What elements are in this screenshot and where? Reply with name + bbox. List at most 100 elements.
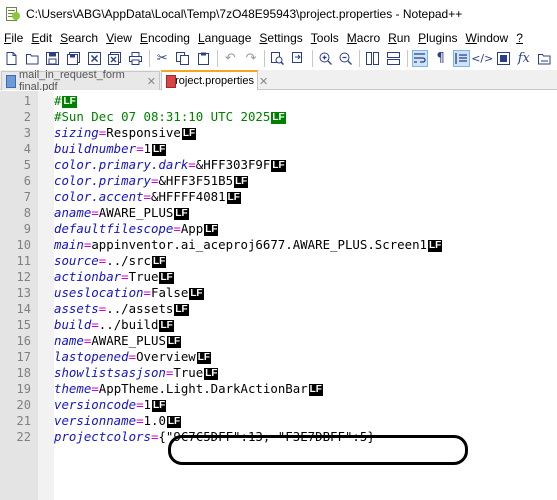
line-number: 10 — [16, 238, 31, 252]
code-line[interactable]: versioncode=1 LF — [54, 397, 167, 413]
code-line[interactable]: assets=../assets LF — [54, 301, 189, 317]
line-number: 18 — [16, 366, 31, 380]
highlight-annotation — [168, 435, 468, 465]
code-line[interactable]: build=../build LF — [54, 317, 174, 333]
property-key: color.primary — [54, 173, 151, 188]
code-line[interactable]: useslocation=False LF — [54, 285, 204, 301]
menu-language[interactable]: Language — [194, 31, 255, 45]
equals-sign: = — [143, 285, 151, 300]
function-list-icon[interactable]: fx — [515, 50, 532, 67]
undo-icon[interactable]: ↶ — [222, 50, 239, 67]
code-line[interactable]: #Sun Dec 07 08:31:10 UTC 2025 LF — [54, 109, 286, 125]
equals-sign: = — [121, 269, 129, 284]
tab-mail-in-request-form[interactable]: mail_in_request_form final.pdf ✕ — [1, 69, 160, 93]
close-icon[interactable]: ✕ — [147, 75, 156, 88]
property-value: ../src — [106, 253, 151, 268]
code-line[interactable]: showlistsasjson=True LF — [54, 365, 219, 381]
toolbar-separator — [359, 50, 361, 67]
code-line[interactable]: versionname=1.0 LF — [54, 413, 182, 429]
property-key: build — [54, 317, 92, 332]
open-file-icon[interactable] — [24, 50, 41, 67]
code-line[interactable]: color.primary=&HFF3F51B5 LF — [54, 173, 249, 189]
line-feed-marker: LF — [159, 272, 174, 284]
line-feed-marker: LF — [152, 400, 167, 412]
line-number: 15 — [16, 318, 31, 332]
line-feed-marker: LF — [226, 192, 241, 204]
fold-margin — [38, 91, 54, 500]
property-value: Responsive — [106, 125, 181, 140]
property-value: &HFF303F9F — [195, 157, 271, 172]
code-line[interactable]: # LF — [54, 93, 77, 109]
code-line[interactable]: aname=AWARE_PLUS LF — [54, 205, 189, 221]
menu-run[interactable]: Run — [384, 31, 414, 45]
property-value: True — [173, 365, 204, 380]
toolbar: ✂ ↶ ↷ ¶ </> fx — [0, 47, 557, 70]
new-file-icon[interactable] — [3, 50, 20, 67]
document-map-icon[interactable] — [495, 50, 512, 67]
xml-tags-icon[interactable]: </> — [471, 50, 493, 67]
code-line[interactable]: color.accent=&HFFFF4081 LF — [54, 189, 241, 205]
redo-icon[interactable]: ↷ — [243, 50, 260, 67]
equals-sign: = — [173, 221, 181, 236]
property-key: theme — [54, 381, 92, 396]
property-value: App — [180, 221, 204, 236]
line-feed-marker: LF — [204, 224, 219, 236]
menu-edit[interactable]: Edit — [27, 31, 56, 45]
menu-plugins[interactable]: Plugins — [414, 31, 461, 45]
zoom-out-icon[interactable] — [337, 50, 354, 67]
word-wrap-icon[interactable] — [411, 50, 429, 67]
save-icon[interactable] — [44, 50, 61, 67]
menu-file[interactable]: File — [0, 31, 27, 45]
menu-macro[interactable]: Macro — [343, 31, 384, 45]
indent-guide-icon[interactable] — [453, 50, 470, 67]
tab-project-properties[interactable]: project.properties ✕ — [161, 70, 268, 90]
code-line[interactable]: theme=AppTheme.Light.DarkActionBar LF — [54, 381, 323, 397]
sync-horizontal-icon[interactable] — [385, 50, 402, 67]
close-icon[interactable] — [86, 50, 103, 67]
print-icon[interactable] — [127, 50, 144, 67]
replace-icon[interactable] — [290, 50, 307, 67]
line-number: 9 — [23, 222, 31, 236]
menu-search[interactable]: Search — [56, 31, 102, 45]
property-key: actionbar — [54, 269, 122, 284]
save-all-icon[interactable] — [65, 50, 82, 67]
cut-icon[interactable]: ✂ — [154, 50, 171, 67]
property-key: defaultfilescope — [54, 221, 174, 236]
menu-window[interactable]: Window — [462, 31, 513, 45]
copy-icon[interactable] — [175, 50, 192, 67]
window-title: C:\Users\ABG\AppData\Local\Temp\7zO48E95… — [26, 7, 463, 21]
menu-encoding[interactable]: Encoding — [136, 31, 194, 45]
line-number: 16 — [16, 334, 31, 348]
show-all-characters-icon[interactable]: ¶ — [432, 50, 449, 67]
toolbar-separator — [217, 50, 218, 67]
line-number-gutter: 1 2 3 4 5 6 7 8 9 10 11 12 13 14 15 16 17 18 19 20 21 22 — [0, 91, 38, 500]
zoom-in-icon[interactable] — [317, 50, 334, 67]
code-line[interactable]: defaultfilescope=App LF — [54, 221, 219, 237]
menu-settings[interactable]: Settings — [255, 31, 306, 45]
menu-view[interactable]: View — [102, 31, 136, 45]
menu-tools[interactable]: Tools — [307, 31, 343, 45]
sync-vertical-icon[interactable] — [364, 50, 381, 67]
property-key: aname — [54, 205, 92, 220]
code-line[interactable]: sizing=Responsive LF — [54, 125, 197, 141]
line-feed-marker: LF — [174, 304, 189, 316]
code-line[interactable]: actionbar=True LF — [54, 269, 174, 285]
close-icon[interactable]: ✕ — [259, 75, 268, 88]
line-number: 14 — [16, 302, 31, 316]
close-all-icon[interactable] — [107, 50, 124, 67]
code-line[interactable]: buildnumber=1 LF — [54, 141, 167, 157]
code-line[interactable]: color.primary.dark=&HFF303F9F LF — [54, 157, 286, 173]
code-line[interactable]: main=appinventor.ai_aceproj6677.AWARE_PL… — [54, 237, 443, 253]
folder-workspace-icon[interactable] — [536, 50, 553, 67]
line-number: 17 — [16, 350, 31, 364]
paste-icon[interactable] — [195, 50, 212, 67]
menu-help[interactable]: ? — [512, 31, 527, 45]
code-line[interactable]: lastopened=Overview LF — [54, 349, 211, 365]
equals-sign: = — [143, 189, 151, 204]
find-icon[interactable] — [269, 50, 286, 67]
code-line[interactable]: name=AWARE_PLUS LF — [54, 333, 182, 349]
editor[interactable]: 1 2 3 4 5 6 7 8 9 10 11 12 13 14 15 16 17 18 19 20 21 22 # LF #… — [0, 91, 557, 500]
property-value: ../build — [98, 317, 159, 332]
code-line[interactable]: source=../src LF — [54, 253, 167, 269]
line-feed-marker: LF — [196, 352, 211, 364]
